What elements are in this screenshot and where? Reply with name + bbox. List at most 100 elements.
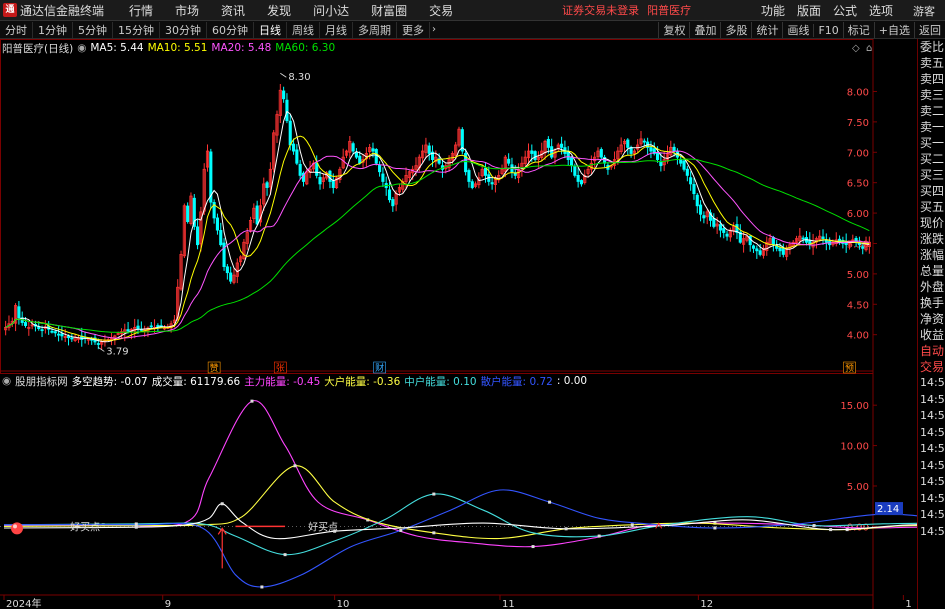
period-1min[interactable]: 1分钟 [33,21,73,38]
candle-body [40,329,44,332]
tool-statistics[interactable]: 统计 [751,22,782,38]
energy-dot [250,399,254,403]
period-60min[interactable]: 60分钟 [207,21,254,38]
quote-label: 涨幅 [920,248,945,262]
menu-item-ask[interactable]: 问小达 [302,2,360,19]
settings-circle-icon[interactable]: ◉ [2,375,11,387]
ma20-line [5,150,870,339]
red-ball-icon [11,522,23,535]
tool-back[interactable]: 返回 [914,22,945,38]
period-multi[interactable]: 多周期 [353,21,397,38]
chevron-right-icon[interactable]: › [430,24,436,35]
menu-item-news[interactable]: 资讯 [210,2,256,19]
candle-body [196,226,200,246]
period-15min[interactable]: 15分钟 [113,21,160,38]
ind-y-tick-label: 15.00 [840,401,869,412]
quote-label: 收益 [920,328,945,342]
menu-item-trade[interactable]: 交易 [418,2,464,19]
guest-label[interactable]: 游客 [913,3,935,19]
tool-overlay[interactable]: 叠加 [689,22,720,38]
tick-time: 14:56 [920,508,945,521]
energy-dot [713,526,717,530]
x-tick-label: 12 [700,599,713,609]
menu-item-function[interactable]: 功能 [755,2,791,19]
energy-dot [134,525,138,529]
candle-body [358,155,362,164]
red-ball-highlight [13,524,17,529]
period-30min[interactable]: 30分钟 [160,21,207,38]
trend-value: 多空趋势: -0.07 [71,375,148,388]
event-marker: 赞 [210,362,219,374]
ma5-label: MA5: 5.44 [90,42,144,54]
candle-body [298,163,302,176]
candle-body [315,163,319,176]
auto-trade-label[interactable]: 自动 [918,343,945,359]
auto-trade-label[interactable]: 交易 [918,359,945,375]
energy-dot [564,527,568,531]
energy-dot [399,528,403,532]
login-warning[interactable]: 证券交易未登录 [562,2,639,18]
stock-period-label[interactable]: 阳普医疗(日线) [2,41,73,56]
volume-value: 成交量: 61179.66 [151,375,241,388]
y-tick-label: 5.00 [847,270,869,281]
buy-point-text: 好买点 [70,521,100,533]
settings-circle-icon[interactable]: ◉ [77,42,86,54]
candle-body [642,140,646,143]
menu-item-formula[interactable]: 公式 [827,2,863,19]
app-logo-icon: 通 [3,3,17,17]
buy-point-text: 好买点 [308,521,338,533]
menu-item-layout[interactable]: 版面 [791,2,827,19]
indicator-name[interactable]: 股朋指标网 [15,374,68,389]
candle-body [801,237,805,240]
ind-y-tick-label: 5.00 [847,482,869,493]
candle-body [57,333,61,336]
menu-item-discover[interactable]: 发现 [256,2,302,19]
period-weekly[interactable]: 周线 [287,21,320,38]
tool-adjust[interactable]: 复权 [658,22,689,38]
tick-time: 14:56 [920,376,945,389]
indicator-info: ◉ 股朋指标网 多空趋势: -0.07 成交量: 61179.66 主力能量: … [2,374,591,388]
candle-body [470,181,474,188]
menu-item-wealth[interactable]: 财富圈 [360,2,418,19]
candle-body [291,143,296,152]
candle-body [96,343,100,345]
candle-body [507,158,511,164]
tick-time: 14:56 [920,409,945,422]
energy-dot [283,553,287,557]
y-tick-label: 6.50 [847,179,869,190]
tool-multi-stock[interactable]: 多股 [720,22,751,38]
title-bar: 通 通达信金融终端 行情 市场 资讯 发现 问小达 财富圈 交易 证券交易未登录… [0,0,945,21]
energy-dot [220,502,224,506]
period-intraday[interactable]: 分时 [0,21,33,38]
candles [4,84,871,350]
candle-body [318,176,322,185]
menu-item-options[interactable]: 选项 [863,2,899,19]
tool-mark[interactable]: 标记 [842,22,874,38]
quote-label: 买四 [920,184,945,198]
event-marker: 预 [845,363,854,374]
menu-item-bazaar[interactable]: 市场 [164,2,210,19]
tool-f10[interactable]: F10 [813,23,842,37]
tool-add-watchlist[interactable]: +自选 [873,22,914,38]
quote-label: 买二 [920,152,945,166]
candle-body [391,199,395,207]
quote-label: 卖五 [920,56,945,70]
menu-item-market[interactable]: 行情 [118,2,164,19]
period-5min[interactable]: 5分钟 [73,21,113,38]
x-tick-label: 9 [165,599,171,609]
period-more[interactable]: 更多 [397,21,430,38]
candle-body [718,224,722,231]
y-tick-label: 7.00 [847,148,869,159]
event-marker: 财 [375,362,384,374]
energy-dot [548,500,552,504]
candle-body [225,266,229,274]
y-tick-label: 7.50 [847,118,869,129]
candle-body [483,167,488,176]
period-monthly[interactable]: 月线 [320,21,353,38]
chart-area[interactable]: ◇⌂4.004.505.005.506.006.507.007.508.008.… [0,39,917,609]
tool-draw[interactable]: 画线 [782,22,813,38]
period-daily[interactable]: 日线 [254,21,287,38]
price-annotation: 8.30 [288,72,310,83]
app-title: 通达信金融终端 [20,3,105,18]
candle-body [533,151,537,160]
